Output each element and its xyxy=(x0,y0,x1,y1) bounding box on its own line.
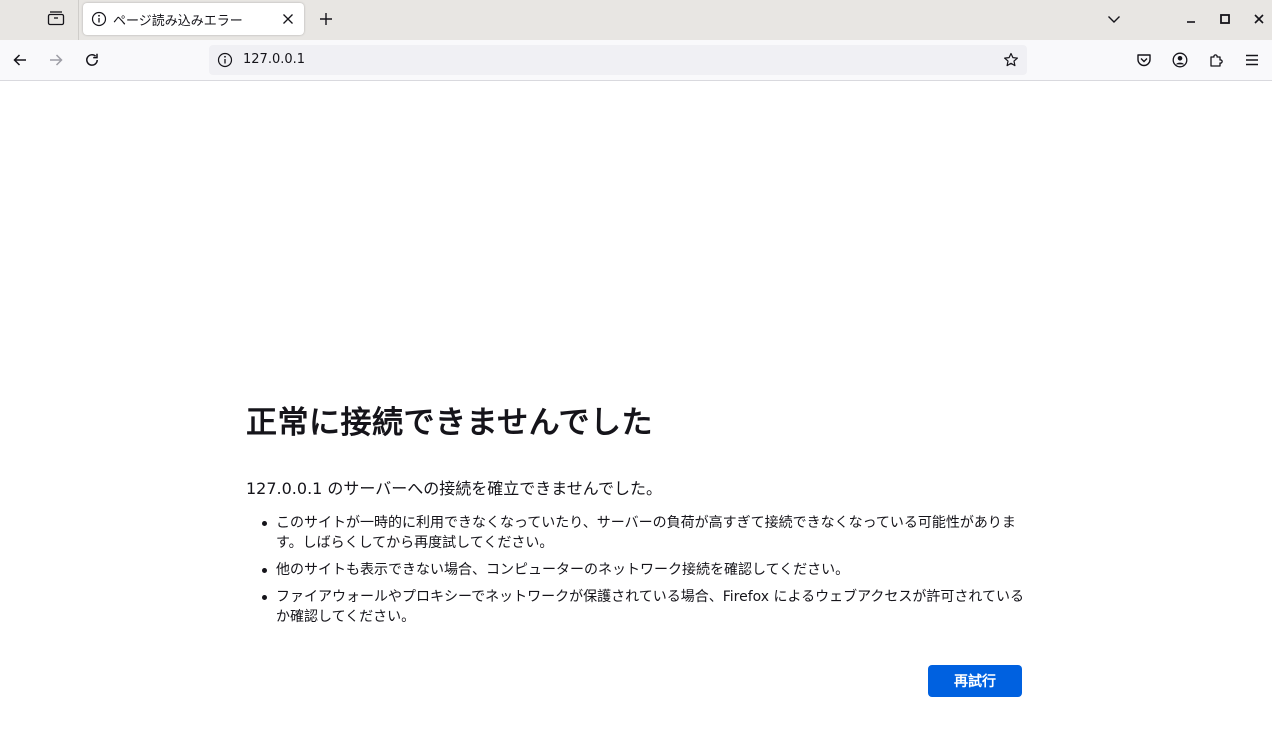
tab-overview-button[interactable] xyxy=(38,3,74,33)
minimize-button[interactable] xyxy=(1179,7,1203,31)
minimize-icon xyxy=(1185,13,1197,25)
tab-separator xyxy=(78,0,79,40)
tab-overview-icon xyxy=(47,10,65,26)
app-menu-button[interactable] xyxy=(1238,46,1266,74)
retry-button[interactable]: 再試行 xyxy=(928,665,1022,697)
window-close-button[interactable] xyxy=(1247,7,1271,31)
window-close-icon xyxy=(1253,13,1265,25)
new-tab-button[interactable] xyxy=(313,6,339,32)
list-item: ファイアウォールやプロキシーでネットワークが保護されている場合、Firefox … xyxy=(262,587,1032,627)
back-button[interactable] xyxy=(6,46,34,74)
forward-arrow-icon xyxy=(48,52,64,68)
error-suggestions-list: このサイトが一時的に利用できなくなっていたり、サーバーの負荷が高すぎて接続できな… xyxy=(262,513,1032,634)
maximize-button[interactable] xyxy=(1213,7,1237,31)
reload-button[interactable] xyxy=(78,46,106,74)
tab-active[interactable]: ページ読み込みエラー xyxy=(83,3,304,35)
error-title: 正常に接続できませんでした xyxy=(246,405,654,441)
back-arrow-icon xyxy=(12,52,28,68)
plus-icon xyxy=(319,12,333,26)
reload-icon xyxy=(84,52,100,68)
page-content: 正常に接続できませんでした 127.0.0.1 のサーバーへの接続を確立できませ… xyxy=(0,81,1272,743)
pocket-button[interactable] xyxy=(1130,46,1158,74)
extensions-icon xyxy=(1208,52,1224,68)
info-icon[interactable] xyxy=(217,52,233,68)
forward-button[interactable] xyxy=(42,46,70,74)
pocket-icon xyxy=(1136,52,1152,68)
maximize-icon xyxy=(1219,13,1231,25)
list-item: このサイトが一時的に利用できなくなっていたり、サーバーの負荷が高すぎて接続できな… xyxy=(262,513,1032,553)
error-description: 127.0.0.1 のサーバーへの接続を確立できませんでした。 xyxy=(246,479,662,498)
url-bar[interactable]: 127.0.0.1 xyxy=(209,45,1027,75)
close-icon[interactable] xyxy=(278,9,298,29)
navigation-toolbar: 127.0.0.1 xyxy=(0,40,1272,81)
list-item: 他のサイトも表示できない場合、コンピューターのネットワーク接続を確認してください… xyxy=(262,560,1032,580)
info-icon xyxy=(91,11,107,27)
extensions-button[interactable] xyxy=(1202,46,1230,74)
tab-title: ページ読み込みエラー xyxy=(113,14,243,29)
star-icon[interactable] xyxy=(1001,50,1021,70)
hamburger-menu-icon xyxy=(1244,52,1260,68)
account-icon xyxy=(1172,52,1188,68)
url-text[interactable]: 127.0.0.1 xyxy=(243,52,305,67)
tab-strip: ページ読み込みエラー xyxy=(0,0,1272,40)
list-all-tabs-button[interactable] xyxy=(1102,7,1126,31)
chevron-down-icon xyxy=(1107,14,1121,24)
account-button[interactable] xyxy=(1166,46,1194,74)
